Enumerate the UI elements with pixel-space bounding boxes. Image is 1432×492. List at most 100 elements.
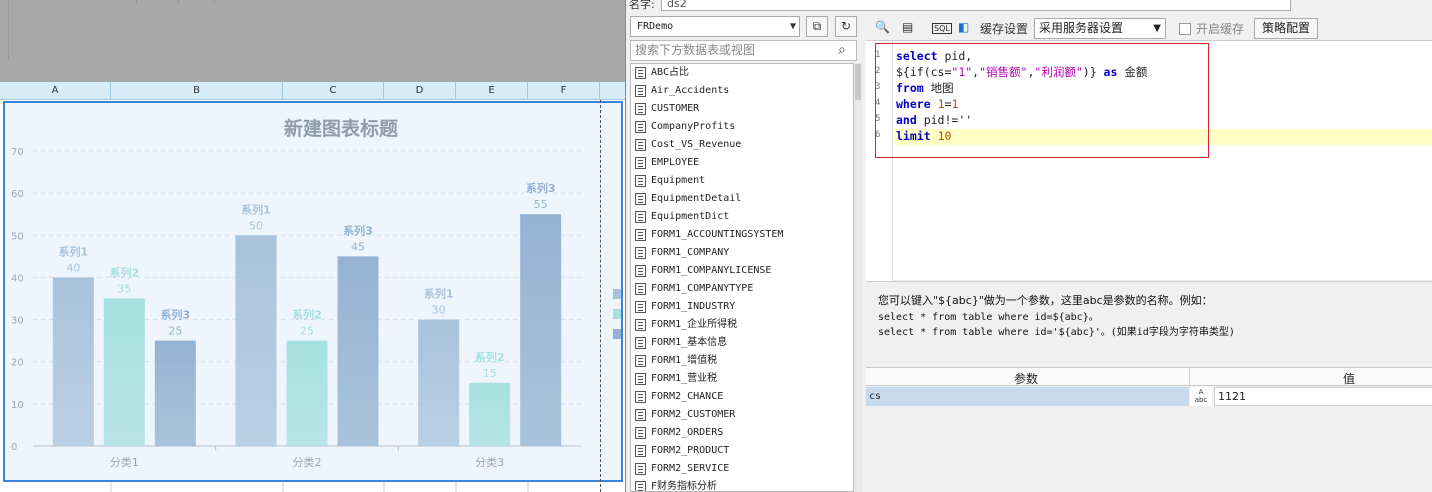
parameter-icon[interactable]: ◧ bbox=[958, 20, 969, 34]
dataset-dialog: 名字: ds2 FRDemo ▼ ⧉ ↻ 搜索下方数据表或视图 ⌕ ABC占比 A… bbox=[625, 0, 1432, 492]
table-icon bbox=[635, 157, 646, 169]
table-name: Equipment bbox=[651, 175, 706, 186]
table-name: F财务指标分析 bbox=[651, 481, 718, 492]
table-search-input[interactable]: 搜索下方数据表或视图 bbox=[630, 40, 857, 61]
list-item[interactable]: ABC占比 bbox=[631, 64, 853, 82]
enable-cache-checkbox[interactable] bbox=[1179, 23, 1191, 35]
list-item[interactable]: EquipmentDetail bbox=[631, 190, 853, 208]
list-item[interactable]: FORM2_CUSTOMER bbox=[631, 406, 853, 424]
refresh-icon: ↻ bbox=[840, 19, 852, 33]
sql-editor[interactable]: 1 2 3 4 5 6 select pid, ${if(cs="1","销售额"… bbox=[866, 40, 1432, 281]
table-preview-icon: ⧉ bbox=[812, 19, 822, 33]
save-sql-icon[interactable]: ▤ bbox=[902, 20, 913, 34]
table-list-scrollbar[interactable] bbox=[854, 63, 862, 492]
strategy-config-button[interactable]: 策略配置 bbox=[1254, 18, 1318, 39]
list-item[interactable]: FORM1_COMPANYLICENSE bbox=[631, 262, 853, 280]
column-header-e[interactable]: E bbox=[456, 82, 528, 100]
scrollbar-thumb[interactable] bbox=[855, 64, 861, 100]
table-icon bbox=[635, 265, 646, 277]
table-icon bbox=[635, 409, 646, 421]
legend-swatch bbox=[613, 329, 621, 339]
column-header-d[interactable]: D bbox=[384, 82, 456, 100]
table-name: Air_Accidents bbox=[651, 85, 730, 96]
list-item[interactable]: FORM1_基本信息 bbox=[631, 334, 853, 352]
list-item[interactable]: FORM1_COMPANY bbox=[631, 244, 853, 262]
list-item[interactable]: Equipment bbox=[631, 172, 853, 190]
list-item[interactable]: FORM1_增值税 bbox=[631, 352, 853, 370]
column-header-b[interactable]: B bbox=[111, 82, 283, 100]
table-name: FORM2_CHANCE bbox=[651, 391, 724, 402]
name-label: 名字: bbox=[629, 0, 655, 11]
list-item[interactable]: FORM2_CHANCE bbox=[631, 388, 853, 406]
table-name: FORM1_COMPANYLICENSE bbox=[651, 265, 772, 276]
table-icon bbox=[635, 103, 646, 115]
table-name: Cost_VS_Revenue bbox=[651, 139, 742, 150]
list-item[interactable]: CUSTOMER bbox=[631, 100, 853, 118]
list-item[interactable]: FORM2_SERVICE bbox=[631, 460, 853, 478]
table-icon bbox=[635, 247, 646, 259]
list-item[interactable]: EMPLOYEE bbox=[631, 154, 853, 172]
table-name: FORM1_ACCOUNTINGSYSTEM bbox=[651, 229, 784, 240]
table-icon bbox=[635, 319, 646, 331]
list-item[interactable]: CompanyProfits bbox=[631, 118, 853, 136]
cache-option-value: 采用服务器设置 bbox=[1039, 21, 1124, 35]
list-item[interactable]: FORM1_ACCOUNTINGSYSTEM bbox=[631, 226, 853, 244]
cache-settings-label: 缓存设置 bbox=[980, 22, 1029, 36]
series-label: 系列3 bbox=[161, 308, 191, 322]
help-line-3: select * from table where id='${abc}'。(如… bbox=[878, 327, 1235, 338]
bar bbox=[469, 382, 511, 446]
param-name-header: 参数 bbox=[1014, 372, 1039, 386]
list-item[interactable]: FORM2_PRODUCT bbox=[631, 442, 853, 460]
table-name: CompanyProfits bbox=[651, 121, 736, 132]
query-preview-icon[interactable]: 🔍 bbox=[875, 20, 890, 34]
table-icon bbox=[635, 139, 646, 151]
page-break-line bbox=[600, 100, 601, 492]
data-label: 40 bbox=[66, 261, 80, 274]
table-icon bbox=[635, 427, 646, 439]
designer-top-area bbox=[0, 0, 625, 72]
list-item[interactable]: EquipmentDict bbox=[631, 208, 853, 226]
param-table-header: 参数 值 bbox=[866, 367, 1432, 386]
table-list[interactable]: ABC占比 Air_Accidents CUSTOMER CompanyProfits… bbox=[630, 63, 854, 492]
table-name: FORM1_INDUSTRY bbox=[651, 301, 736, 312]
search-icon[interactable]: ⌕ bbox=[838, 42, 846, 58]
param-value-header: 值 bbox=[1343, 372, 1356, 386]
column-header-c[interactable]: C bbox=[283, 82, 384, 100]
table-name: FORM2_PRODUCT bbox=[651, 445, 730, 456]
table-name: FORM2_SERVICE bbox=[651, 463, 730, 474]
column-header-a[interactable]: A bbox=[0, 82, 111, 100]
column-header-f[interactable]: F bbox=[528, 82, 600, 100]
help-line-2: select * from table where id=${abc}。 bbox=[878, 312, 1099, 323]
list-item[interactable]: Cost_VS_Revenue bbox=[631, 136, 853, 154]
list-item[interactable]: Air_Accidents bbox=[631, 82, 853, 100]
legend-swatch bbox=[613, 309, 621, 319]
database-select[interactable]: FRDemo ▼ bbox=[630, 16, 800, 37]
table-row[interactable]: cs Aabc 1121 bbox=[866, 387, 1432, 406]
table-icon bbox=[635, 121, 646, 133]
data-label: 45 bbox=[351, 240, 365, 253]
cache-option-select[interactable]: 采用服务器设置 ▼ bbox=[1034, 18, 1166, 39]
list-item[interactable]: FORM1_营业税 bbox=[631, 370, 853, 388]
data-label: 50 bbox=[249, 219, 263, 232]
refresh-button[interactable]: ↻ bbox=[835, 16, 857, 37]
list-item[interactable]: FORM1_INDUSTRY bbox=[631, 298, 853, 316]
parameter-help: 您可以键入"${abc}"做为一个参数，这里abc是参数的名称。例如： sele… bbox=[866, 281, 1432, 367]
param-value-input[interactable]: 1121 bbox=[1214, 387, 1432, 406]
data-label: 25 bbox=[300, 325, 314, 338]
dataset-name-input[interactable]: ds2 bbox=[661, 0, 1291, 11]
preview-table-button[interactable]: ⧉ bbox=[806, 16, 828, 37]
type-switch-icon[interactable]: Aabc bbox=[1190, 387, 1212, 406]
list-item[interactable]: FORM1_企业所得税 bbox=[631, 316, 853, 334]
list-item[interactable]: FORM2_ORDERS bbox=[631, 424, 853, 442]
param-name-cell[interactable]: cs bbox=[866, 387, 1189, 406]
table-icon bbox=[635, 67, 646, 79]
list-item[interactable]: FORM1_COMPANYTYPE bbox=[631, 280, 853, 298]
sql-format-icon[interactable]: SQL bbox=[932, 23, 952, 34]
annotation-highlight-box bbox=[875, 43, 1209, 158]
y-tick-label: 10 bbox=[11, 400, 24, 411]
list-item[interactable]: F财务指标分析 bbox=[631, 478, 853, 492]
chart-container[interactable]: 新建图表标题 70 60 50 40 30 20 10 0 系列1 40 系列2 35 系列3 25 分类1 系… bbox=[3, 101, 623, 482]
bar bbox=[103, 298, 145, 446]
table-name: EquipmentDetail bbox=[651, 193, 742, 204]
table-icon bbox=[635, 337, 646, 349]
